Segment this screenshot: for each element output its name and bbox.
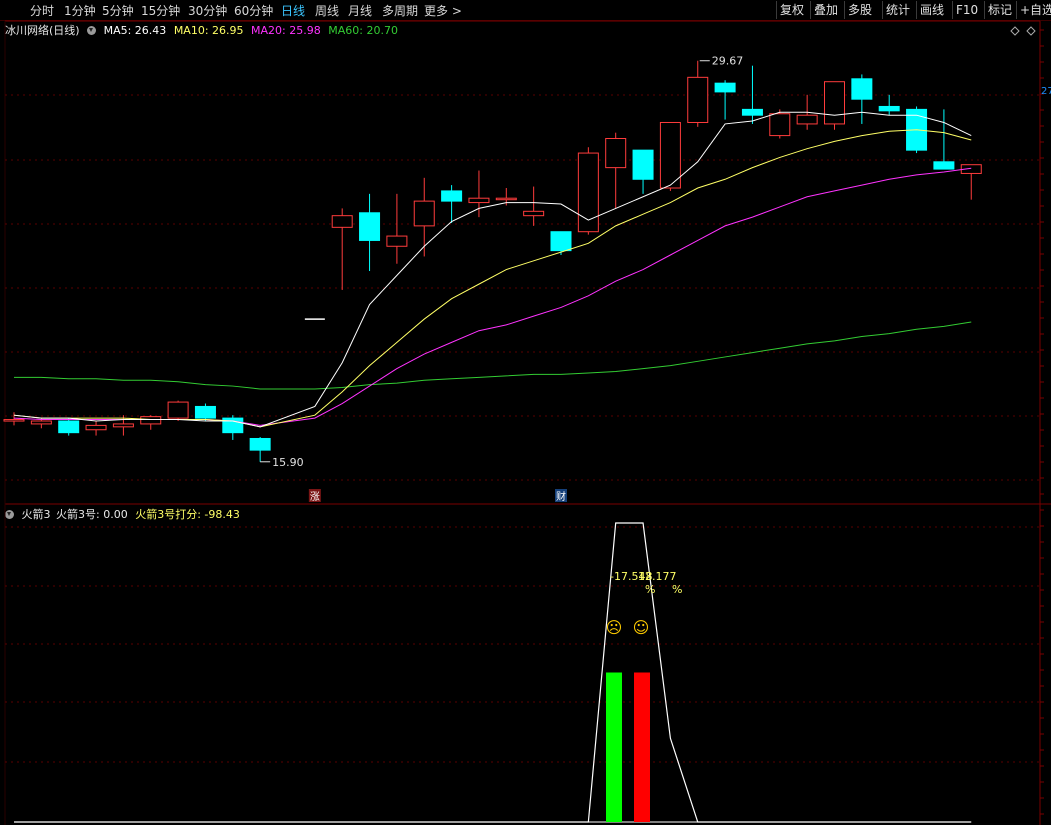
candle-body-22 [605,138,627,169]
candle-body-4 [112,423,134,428]
candle-body-9 [249,437,271,451]
candle-body-12 [331,215,353,228]
rocket-line [14,522,972,823]
marker-cai: 财 [556,490,566,503]
marker-zhang: 涨 [310,491,320,503]
pct-right-label: 12.177 [638,570,677,583]
candle-body-30 [824,81,845,125]
pct-right-sign: % [672,583,682,596]
candle-body-27 [741,108,763,116]
candle-body-6 [167,401,189,419]
candle-body-26 [714,82,736,93]
candle-body-16 [441,190,463,202]
diamond-icon-2 [1026,26,1036,36]
candle-body-14 [386,235,408,247]
candle-body-19 [523,210,545,217]
candle-body-3 [85,424,107,431]
ma10-line [13,129,972,428]
signal-bar-0 [606,672,622,822]
candle-body-0 [3,419,25,422]
candle-body-32 [878,105,900,112]
candle-body-28 [769,113,791,137]
candle-body-7 [194,405,216,419]
candle-body-29 [796,114,818,125]
pct-left-sign: % [645,583,655,596]
ma20-line [13,167,972,426]
candle-body-20 [550,231,572,252]
chart-canvas[interactable]: 29.6715.90涨 财-17.54812.177% %☹ ☺ [0,0,1051,825]
candle-body-24 [659,121,681,189]
candle-body-34 [933,161,955,170]
diamond-icon-1 [1010,26,1020,36]
high-label: 29.67 [712,55,744,68]
candle-body-23 [632,149,654,180]
candle-body-5 [140,416,162,425]
signal-bar-1 [634,672,650,822]
right-axis-label: 27 [1041,86,1051,97]
low-label: 15.90 [272,456,304,469]
candle-body-2 [58,420,80,434]
ma60-line [14,321,972,390]
candle-body-15 [413,200,435,227]
candle-body-13 [359,212,381,241]
candle-body-17 [468,197,490,204]
candle-body-18 [495,197,517,201]
candle-body-31 [851,78,873,100]
happy-face-icon: ☺ [633,618,650,637]
candle-body-1 [30,420,52,425]
ma5-line [13,111,972,428]
sad-face-icon: ☹ [606,618,623,637]
candle-body-25 [687,76,709,123]
